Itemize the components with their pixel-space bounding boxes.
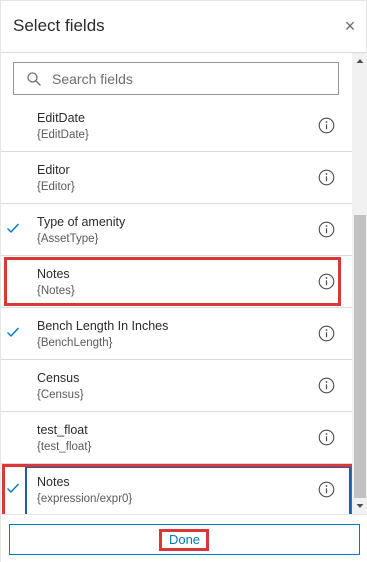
field-name: {Notes} bbox=[37, 285, 75, 297]
field-name: {EditDate} bbox=[37, 129, 89, 141]
search-input[interactable] bbox=[52, 68, 332, 90]
info-icon[interactable] bbox=[318, 481, 335, 498]
field-alias: Census bbox=[37, 371, 80, 385]
close-button[interactable]: × bbox=[341, 16, 359, 36]
field-row[interactable]: Type of amenity {AssetType} bbox=[1, 204, 352, 256]
field-row[interactable]: Notes {expression/expr0} bbox=[1, 464, 352, 514]
field-alias: Notes bbox=[37, 267, 70, 281]
panel-footer: Done bbox=[1, 514, 367, 562]
search-box[interactable] bbox=[13, 62, 339, 95]
panel-title: Select fields bbox=[13, 16, 105, 35]
field-name: {Editor} bbox=[37, 181, 75, 193]
panel-header: Select fields × bbox=[1, 1, 367, 53]
info-icon[interactable] bbox=[318, 377, 335, 394]
info-icon[interactable] bbox=[318, 325, 335, 342]
field-list: EditDate {EditDate} Editor {Editor} Type of … bbox=[1, 101, 352, 514]
field-row[interactable]: Bench Length In Inches {BenchLength} bbox=[1, 308, 352, 360]
field-alias: EditDate bbox=[37, 111, 85, 125]
close-icon: × bbox=[344, 16, 356, 36]
info-icon[interactable] bbox=[318, 429, 335, 446]
field-alias: Notes bbox=[37, 475, 70, 489]
field-row[interactable]: Census {Census} bbox=[1, 360, 352, 412]
select-fields-panel: Select fields × EditDate {EditDate} Editor… bbox=[0, 0, 367, 562]
field-name: {AssetType} bbox=[37, 233, 99, 245]
done-label: Done bbox=[168, 532, 201, 547]
field-row[interactable]: Notes {Notes} bbox=[1, 256, 352, 308]
field-alias: test_float bbox=[37, 423, 88, 437]
info-icon[interactable] bbox=[318, 221, 335, 238]
field-row[interactable]: EditDate {EditDate} bbox=[1, 101, 352, 152]
field-name: {Census} bbox=[37, 389, 84, 401]
search-icon bbox=[27, 72, 41, 86]
info-icon[interactable] bbox=[318, 273, 335, 290]
check-icon bbox=[7, 223, 20, 234]
info-icon[interactable] bbox=[318, 117, 335, 134]
field-row[interactable]: Editor {Editor} bbox=[1, 152, 352, 204]
done-button[interactable]: Done bbox=[9, 524, 360, 555]
field-alias: Type of amenity bbox=[37, 215, 126, 229]
field-alias: Editor bbox=[37, 163, 70, 177]
scroll-up-arrow-icon[interactable] bbox=[352, 53, 367, 69]
scrollbar[interactable] bbox=[352, 53, 367, 514]
check-icon bbox=[7, 483, 20, 494]
check-icon bbox=[7, 327, 20, 338]
field-row[interactable]: test_float {test_float} bbox=[1, 412, 352, 464]
field-alias: Bench Length In Inches bbox=[37, 319, 169, 333]
field-name: {test_float} bbox=[37, 441, 92, 453]
field-name: {BenchLength} bbox=[37, 337, 113, 349]
info-icon[interactable] bbox=[318, 169, 335, 186]
field-name: {expression/expr0} bbox=[37, 493, 133, 505]
search-area bbox=[1, 53, 352, 101]
scroll-down-arrow-icon[interactable] bbox=[352, 498, 367, 514]
scrollbar-thumb[interactable] bbox=[354, 215, 366, 498]
